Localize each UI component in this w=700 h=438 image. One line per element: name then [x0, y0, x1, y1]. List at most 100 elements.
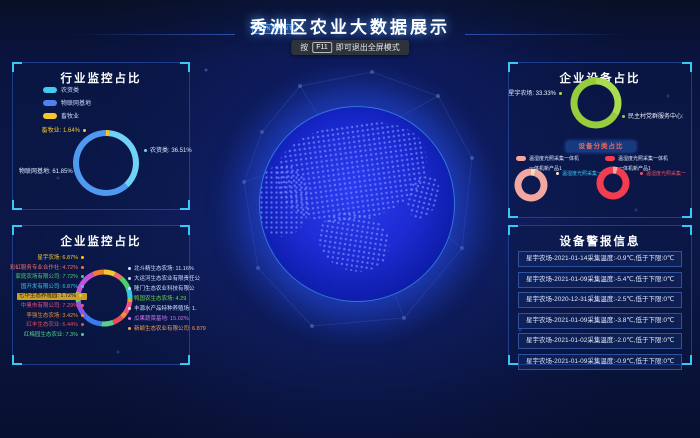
donut-slice[interactable]	[600, 170, 626, 196]
tip-suffix: 即可退出全屏模式	[336, 42, 400, 53]
donut-slice[interactable]	[613, 170, 617, 171]
corner-accent	[682, 208, 692, 218]
corner-accent	[682, 225, 692, 235]
classification-title: 设备分类占比	[566, 141, 636, 152]
label-dot	[622, 115, 625, 118]
corner-accent	[12, 62, 22, 72]
label-dot	[556, 172, 559, 175]
donut-slice[interactable]	[102, 322, 114, 324]
dashboard: TIANZHENT 秀洲区农业大数据展示 按 F11 即可退出全屏模式 行业监控…	[0, 0, 700, 438]
pie-label-agri: 农资类: 36.51%	[141, 145, 192, 154]
donut-slice[interactable]	[113, 317, 122, 322]
donut-slice[interactable]	[93, 272, 104, 274]
alarm-row[interactable]: 星宇农场-2020-12-31采集温度:-2.5℃,低于下限:0℃	[518, 292, 682, 308]
legend-label: 畜牧业	[61, 111, 79, 120]
corner-accent	[508, 225, 518, 235]
corner-accent	[180, 200, 190, 210]
alarm-row[interactable]: 星宇农场-2021-01-09采集温度:-3.8℃,低于下限:0℃	[518, 313, 682, 329]
pie-label-livestock: 畜牧业: 1.64%	[42, 125, 89, 134]
panel-industry-ratio: 行业监控占比 农资类物联网基地畜牧业 畜牧业: 1.64% 农资类: 36.51…	[12, 62, 190, 210]
pie-label: 北斗精生态农场: 11.16%	[125, 266, 194, 273]
label-dot	[81, 266, 84, 269]
globe	[259, 106, 455, 302]
label-dot	[640, 172, 643, 175]
label-dot	[83, 129, 86, 132]
fullscreen-tip: 按 F11 即可退出全屏模式	[291, 40, 409, 55]
panel-device-ratio: 企业设备占比 星宇农场: 33.33% 民主村党群服务中心: 设备分类占比 温湿…	[508, 62, 692, 218]
pie-label: 大运河生态农业有限责任公	[125, 276, 200, 283]
donut-slice[interactable]	[531, 172, 535, 173]
classification-pointer-right: 温湿度光照采集一	[637, 170, 686, 177]
label-dot	[559, 92, 562, 95]
alarm-row[interactable]: 星宇农场-2021-01-09采集温度:-0.9℃,低于下限:0℃	[518, 354, 682, 370]
donut-slice[interactable]	[76, 133, 126, 193]
label-dot	[81, 323, 84, 326]
pie-label: 红丰生态农业: 6.44%	[26, 322, 87, 329]
legend-item[interactable]: 温湿度光照采集一体机	[516, 155, 579, 162]
label-dot	[128, 327, 131, 330]
corner-accent	[682, 62, 692, 72]
industry-legend: 农资类物联网基地畜牧业	[43, 85, 91, 124]
label-dot	[81, 333, 84, 336]
alarm-row[interactable]: 星宇农场-2021-01-02采集温度:-2.0℃,低于下限:0℃	[518, 333, 682, 349]
alarm-row[interactable]: 星宇农场-2021-01-09采集温度:-5.4℃,低于下限:0℃	[518, 272, 682, 288]
legend-swatch	[43, 100, 57, 106]
pie-label-xingyu: 星宇农场: 33.33%	[508, 88, 565, 97]
pie-label: 隆门生态农业科技有限公	[125, 286, 195, 293]
pie-label: 家庭农场有限公司: 7.72%	[15, 274, 87, 281]
legend-label: 物联网基地	[61, 98, 91, 107]
label-dot	[81, 314, 84, 317]
equipment-donut-chart[interactable]	[566, 73, 626, 133]
label-dot	[128, 297, 131, 300]
panel-title: 行业监控占比	[13, 70, 189, 86]
label-dot	[128, 287, 131, 290]
label-dot	[128, 317, 131, 320]
pie-label: 红梅园生态农业: 7.3%	[24, 332, 87, 339]
panel-title: 企业监控占比	[13, 233, 189, 249]
panel-enterprise-ratio: 企业监控占比 星宇农场: 6.87%彩虹服务专业合作社: 4.72%家庭农场有限…	[12, 225, 190, 365]
classification-donut-left[interactable]	[509, 163, 553, 207]
pie-label: 新颖生态农业有限公司: 6.879	[125, 326, 206, 333]
corner-accent	[508, 355, 518, 365]
label-dot	[128, 277, 131, 280]
pie-label: 中奥市有限公司: 7.29%	[21, 303, 87, 310]
pie-label: 鸭国农生态农场: 4.29	[125, 296, 186, 303]
legend-item[interactable]: 畜牧业	[43, 111, 91, 120]
header-line	[70, 34, 235, 35]
pie-label: 瓜果蔬菜基地: 15.02%	[125, 316, 189, 323]
label-dot	[81, 285, 84, 288]
continent-dots	[259, 165, 310, 237]
industry-donut-chart[interactable]	[73, 130, 139, 196]
label-dot	[81, 275, 84, 278]
label-dot	[81, 256, 84, 259]
donut-slice[interactable]	[86, 316, 102, 323]
donut-slice[interactable]	[109, 133, 136, 185]
donut-slice[interactable]	[104, 272, 115, 274]
corner-accent	[180, 62, 190, 72]
corner-accent	[12, 200, 22, 210]
pie-label: 国开发有限公司: 6.87%	[21, 284, 87, 291]
label-dot	[128, 307, 131, 310]
alarm-list: 星宇农场-2021-01-14采集温度:-0.9℃,低于下限:0℃ 星宇农场-20…	[518, 251, 682, 374]
classification-donut-right[interactable]	[591, 161, 635, 205]
classification-pointer-left: 温湿度光照采集一	[553, 170, 602, 177]
label-dot	[144, 149, 147, 152]
legend-label: 温湿度光照采集一体机	[529, 155, 579, 162]
pie-label-iot: 物联网基地: 61.85%	[19, 166, 82, 175]
donut-slice[interactable]	[115, 274, 121, 278]
alarm-row[interactable]: 星宇农场-2021-01-14采集温度:-0.9℃,低于下限:0℃	[518, 251, 682, 267]
donut-slice[interactable]	[596, 81, 618, 114]
legend-swatch	[43, 113, 57, 119]
donut-slice[interactable]	[518, 172, 544, 198]
corner-accent	[508, 208, 518, 218]
pie-label-minzhu: 民主村党群服务中心:	[619, 111, 684, 120]
corner-accent	[180, 355, 190, 365]
legend-item[interactable]: 物联网基地	[43, 98, 91, 107]
tip-prefix: 按	[300, 42, 308, 53]
label-dot	[79, 294, 82, 297]
legend-swatch	[43, 87, 57, 93]
corner-accent	[12, 225, 22, 235]
label-dot	[76, 170, 79, 173]
corner-accent	[180, 225, 190, 235]
legend-item[interactable]: 农资类	[43, 85, 91, 94]
